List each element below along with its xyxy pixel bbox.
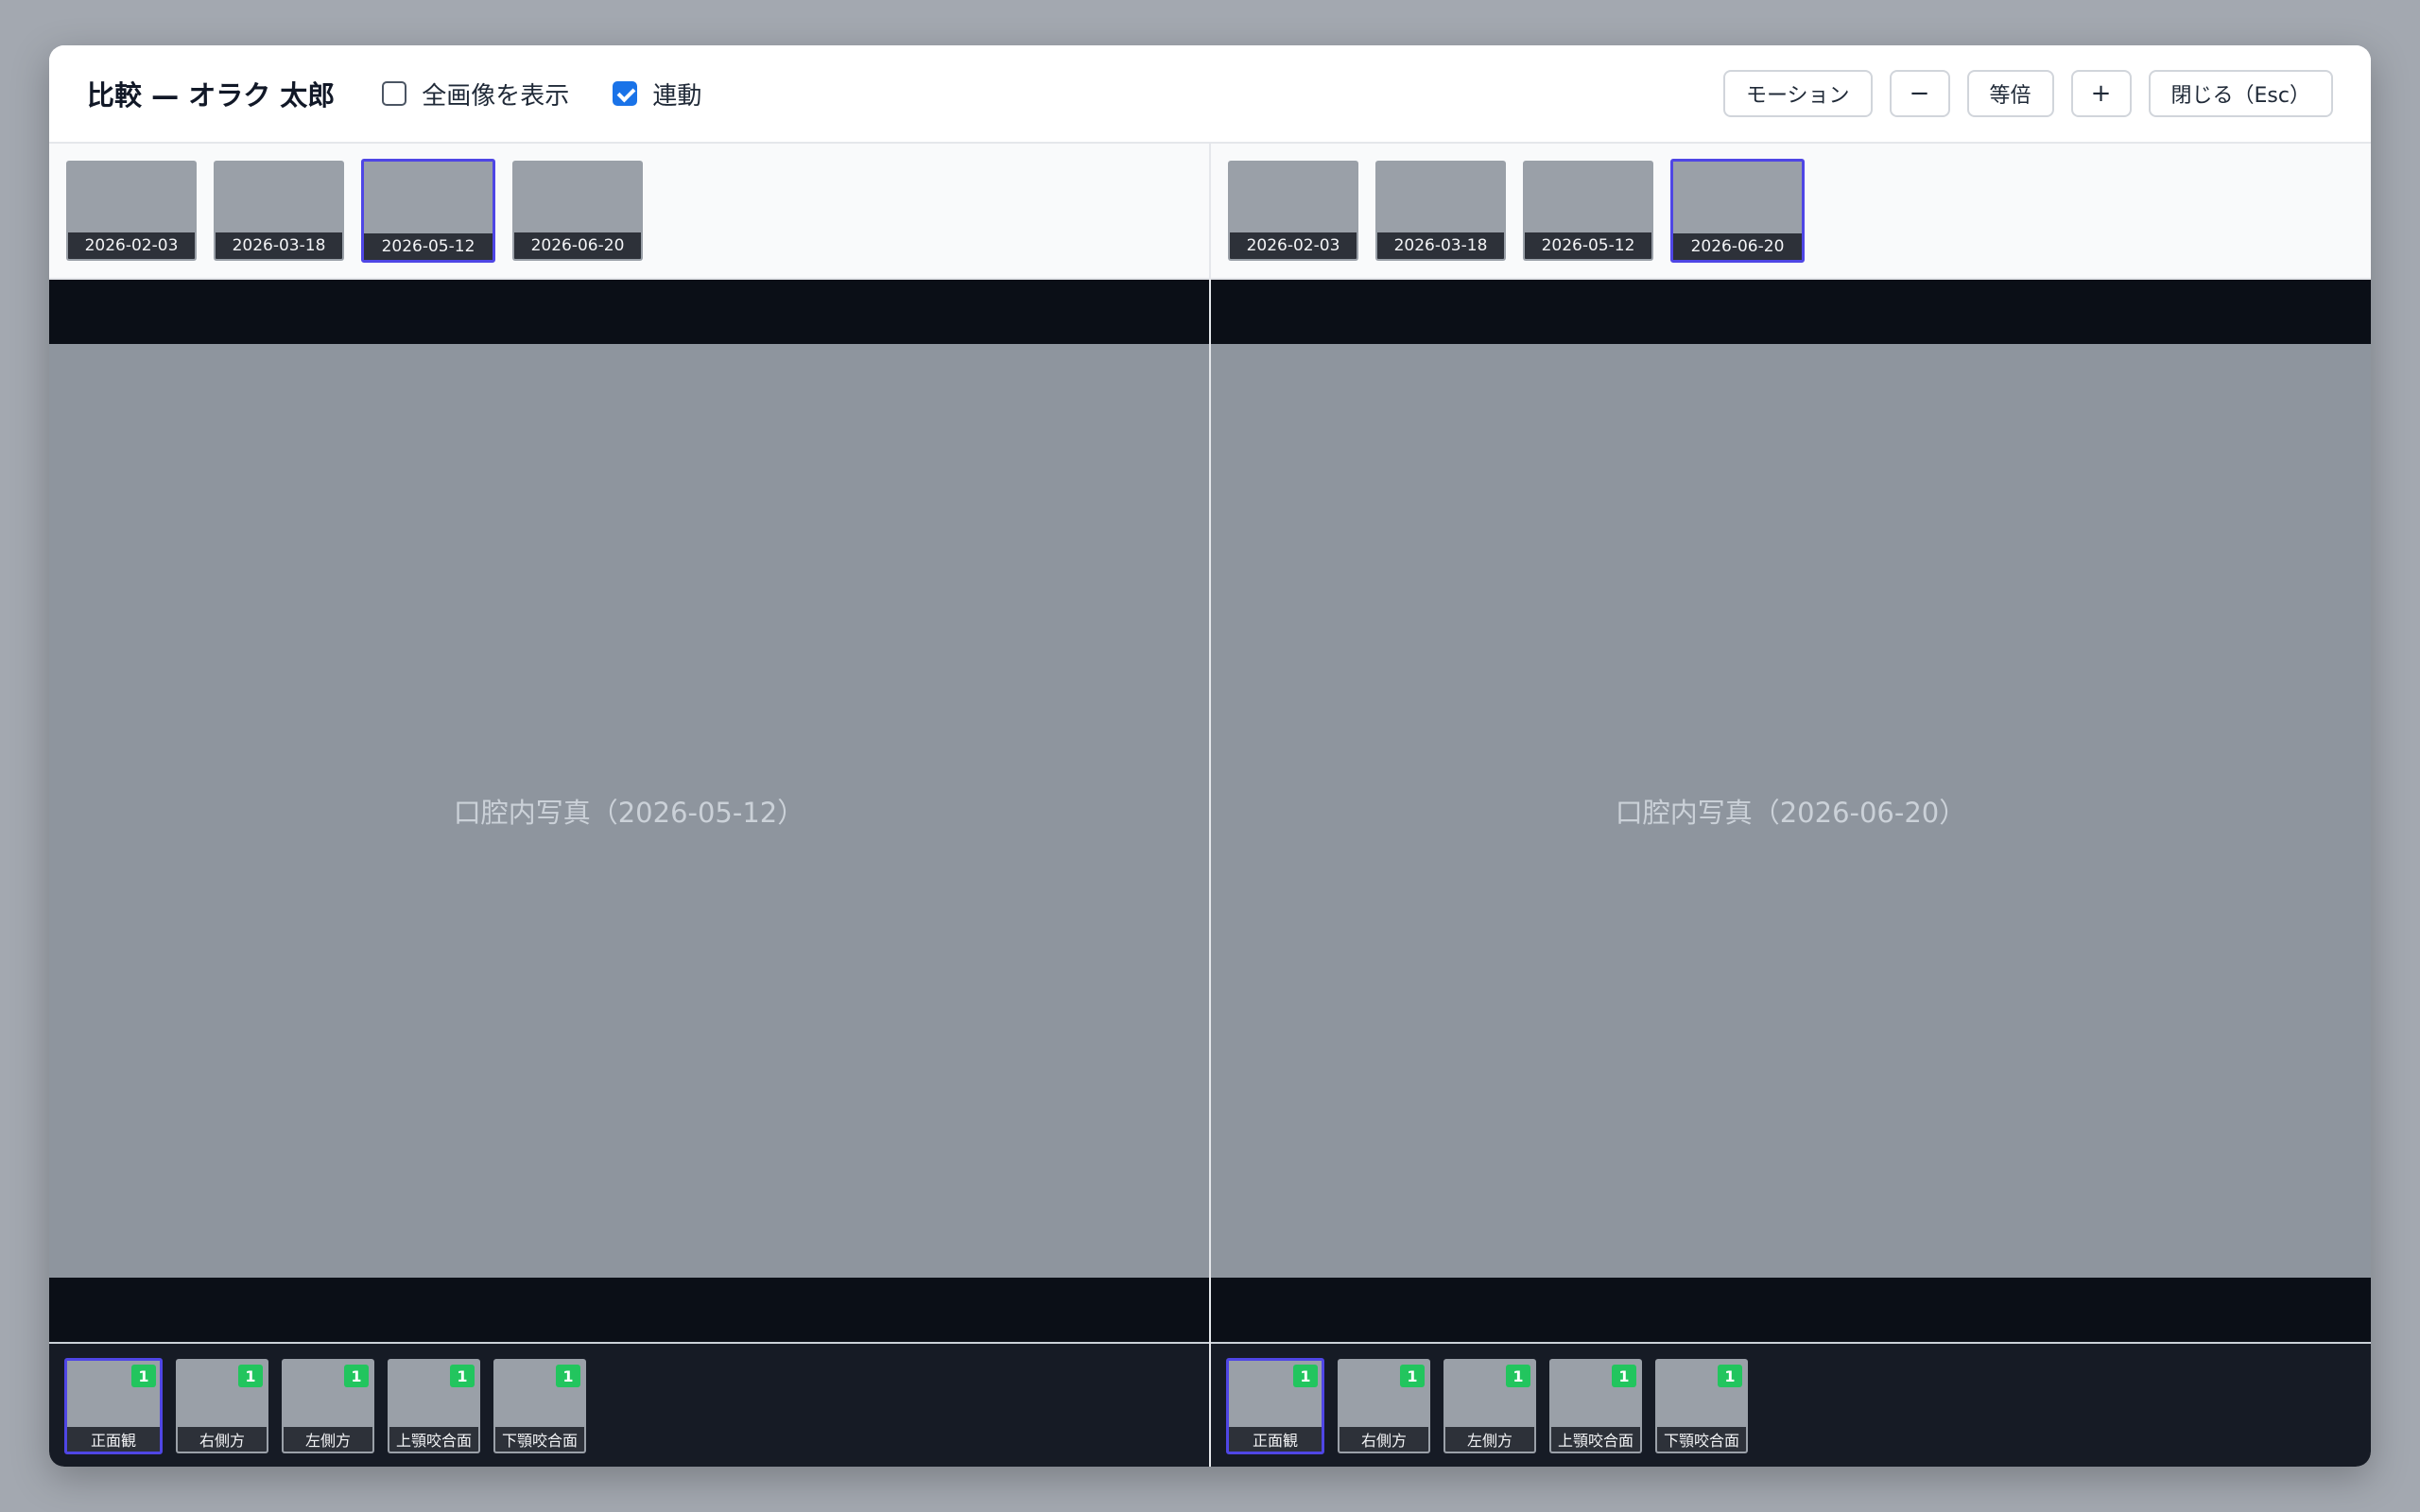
view-label: 正面観: [1229, 1427, 1322, 1452]
right-date-thumb[interactable]: 2026-02-03: [1228, 161, 1358, 261]
left-view-thumb[interactable]: 1 下顎咬合面: [493, 1359, 586, 1453]
right-view-thumb[interactable]: 1 下顎咬合面: [1655, 1359, 1748, 1453]
left-date-strip: 2026-02-03 2026-03-18 2026-05-12 2026-06…: [49, 144, 1209, 280]
left-view-thumb[interactable]: 1 上顎咬合面: [388, 1359, 480, 1453]
compare-modal: 比較 — オラク 太郎 全画像を表示 連動 モーション − 等倍 + 閉じる（E…: [49, 45, 2371, 1467]
right-view-thumb[interactable]: 1 右側方: [1338, 1359, 1430, 1453]
modal-header: 比較 — オラク 太郎 全画像を表示 連動 モーション − 等倍 + 閉じる（E…: [49, 45, 2371, 144]
view-label: 上顎咬合面: [389, 1427, 478, 1452]
left-image-viewer[interactable]: 口腔内写真（2026-05-12）: [49, 280, 1209, 1342]
count-badge: 1: [131, 1365, 156, 1387]
zoom-out-button[interactable]: −: [1889, 70, 1950, 117]
right-pane: 2026-02-03 2026-03-18 2026-05-12 2026-06…: [1211, 144, 2371, 1467]
count-badge: 1: [238, 1365, 263, 1387]
view-label: 上顎咬合面: [1551, 1427, 1640, 1452]
date-label: 2026-02-03: [1230, 232, 1357, 259]
left-date-thumb[interactable]: 2026-03-18: [214, 161, 344, 261]
count-badge: 1: [344, 1365, 369, 1387]
date-label: 2026-02-03: [68, 232, 195, 259]
view-label: 左側方: [284, 1427, 372, 1452]
right-date-strip: 2026-02-03 2026-03-18 2026-05-12 2026-06…: [1211, 144, 2371, 280]
count-badge: 1: [1293, 1365, 1318, 1387]
compare-panes: 2026-02-03 2026-03-18 2026-05-12 2026-06…: [49, 144, 2371, 1467]
zoom-in-button[interactable]: +: [2070, 70, 2132, 117]
show-full-checkbox[interactable]: [382, 81, 407, 106]
left-photo[interactable]: 口腔内写真（2026-05-12）: [49, 344, 1209, 1278]
right-photo[interactable]: 口腔内写真（2026-06-20）: [1211, 344, 2371, 1278]
right-date-thumb[interactable]: 2026-03-18: [1375, 161, 1506, 261]
view-label: 下顎咬合面: [495, 1427, 584, 1452]
left-date-thumb[interactable]: 2026-06-20: [512, 161, 643, 261]
left-date-thumb-selected[interactable]: 2026-05-12: [361, 159, 495, 263]
date-label: 2026-06-20: [514, 232, 641, 259]
date-label: 2026-05-12: [364, 233, 493, 260]
view-label: 右側方: [178, 1427, 267, 1452]
view-label: 下顎咬合面: [1657, 1427, 1746, 1452]
left-pane: 2026-02-03 2026-03-18 2026-05-12 2026-06…: [49, 144, 1209, 1467]
view-label: 左側方: [1445, 1427, 1534, 1452]
sync-label: 連動: [652, 81, 702, 111]
date-label: 2026-03-18: [216, 232, 342, 259]
count-badge: 1: [1612, 1365, 1636, 1387]
date-label: 2026-06-20: [1673, 233, 1802, 260]
count-badge: 1: [1506, 1365, 1530, 1387]
count-badge: 1: [1718, 1365, 1742, 1387]
actual-size-button[interactable]: 等倍: [1966, 70, 2054, 117]
left-view-thumb-selected[interactable]: 1 正面観: [64, 1358, 163, 1454]
left-view-thumb[interactable]: 1 左側方: [282, 1359, 374, 1453]
sync-checkbox[interactable]: [613, 81, 638, 106]
right-view-strip: 1 正面観 1 右側方 1 左側方 1 上顎咬合面 1 下顎咬合面: [1211, 1342, 2371, 1467]
right-date-thumb-selected[interactable]: 2026-06-20: [1670, 159, 1805, 263]
left-photo-label: 口腔内写真（2026-05-12）: [453, 797, 805, 829]
right-view-thumb[interactable]: 1 上顎咬合面: [1549, 1359, 1642, 1453]
right-view-thumb[interactable]: 1 左側方: [1443, 1359, 1536, 1453]
count-badge: 1: [1400, 1365, 1425, 1387]
count-badge: 1: [556, 1365, 580, 1387]
close-button[interactable]: 閉じる（Esc）: [2148, 70, 2333, 117]
show-full-toggle[interactable]: 全画像を表示: [382, 77, 569, 112]
date-label: 2026-03-18: [1377, 232, 1504, 259]
right-date-thumb[interactable]: 2026-05-12: [1523, 161, 1653, 261]
modal-title: 比較 — オラク 太郎: [87, 79, 336, 112]
show-full-label: 全画像を表示: [422, 81, 570, 111]
motion-button[interactable]: モーション: [1722, 70, 1873, 117]
view-label: 正面観: [67, 1427, 160, 1452]
right-photo-label: 口腔内写真（2026-06-20）: [1615, 797, 1967, 829]
left-view-thumb[interactable]: 1 右側方: [176, 1359, 268, 1453]
view-label: 右側方: [1340, 1427, 1428, 1452]
right-view-thumb-selected[interactable]: 1 正面観: [1226, 1358, 1324, 1454]
left-date-thumb[interactable]: 2026-02-03: [66, 161, 197, 261]
right-image-viewer[interactable]: 口腔内写真（2026-06-20）: [1211, 280, 2371, 1342]
left-view-strip: 1 正面観 1 右側方 1 左側方 1 上顎咬合面 1 下顎咬合面: [49, 1342, 1209, 1467]
date-label: 2026-05-12: [1525, 232, 1651, 259]
count-badge: 1: [450, 1365, 475, 1387]
sync-toggle[interactable]: 連動: [613, 77, 701, 112]
